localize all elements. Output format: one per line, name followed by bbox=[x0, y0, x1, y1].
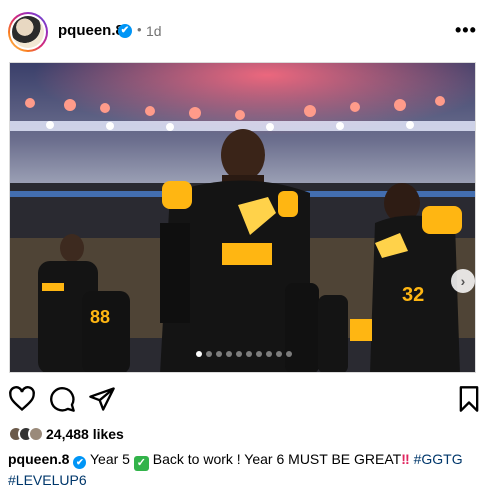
avatar-image bbox=[12, 16, 44, 48]
share-send-icon[interactable] bbox=[88, 385, 116, 413]
carousel-dot bbox=[236, 351, 242, 357]
caption-text-2: Back to work ! Year 6 MUST BE GREAT bbox=[152, 451, 402, 467]
more-options-icon[interactable]: ••• bbox=[455, 20, 477, 41]
next-slide-button[interactable]: › bbox=[451, 269, 475, 293]
carousel-dot bbox=[256, 351, 262, 357]
liker-avatars bbox=[8, 426, 44, 442]
svg-text:32: 32 bbox=[402, 284, 424, 306]
carousel-dot bbox=[226, 351, 232, 357]
carousel-dot bbox=[286, 351, 292, 357]
hashtag-ggtg[interactable]: #GGTG bbox=[414, 451, 463, 467]
carousel-dot bbox=[246, 351, 252, 357]
carousel-dot bbox=[216, 351, 222, 357]
caption-username[interactable]: pqueen.8 bbox=[8, 451, 69, 467]
separator-dot: • bbox=[137, 22, 142, 37]
save-bookmark-icon[interactable] bbox=[455, 385, 483, 413]
avatar[interactable] bbox=[8, 12, 48, 52]
double-exclamation-icon: ‼ bbox=[401, 451, 410, 467]
comment-icon[interactable] bbox=[48, 385, 76, 413]
likes-row[interactable]: 24,488 likes bbox=[8, 425, 124, 443]
post-caption: pqueen.8 ✔ Year 5 ✓ Back to work ! Year … bbox=[8, 450, 478, 489]
post-header: pqueen.8 ✔ • 1d ••• bbox=[0, 0, 493, 62]
carousel-dot bbox=[196, 351, 202, 357]
caption-text-1: Year 5 bbox=[90, 451, 130, 467]
avatar-inner bbox=[10, 14, 46, 50]
post-actions bbox=[0, 385, 493, 417]
svg-text:88: 88 bbox=[90, 307, 110, 327]
like-heart-icon[interactable] bbox=[8, 385, 36, 413]
carousel-indicators bbox=[196, 351, 292, 357]
username-link[interactable]: pqueen.8 bbox=[58, 22, 124, 39]
caption-verified-icon: ✔ bbox=[73, 456, 87, 469]
hashtag-levelup6[interactable]: #LEVELUP6 bbox=[8, 472, 87, 488]
liker-avatar bbox=[28, 426, 44, 442]
post-media[interactable]: 88 32 › bbox=[9, 62, 476, 373]
check-mark-icon: ✓ bbox=[133, 456, 149, 471]
post-time[interactable]: 1d bbox=[146, 23, 162, 39]
verified-badge-icon: ✔ bbox=[118, 24, 132, 38]
carousel-dot bbox=[266, 351, 272, 357]
likes-count[interactable]: 24,488 likes bbox=[46, 426, 124, 442]
stadium-photo: 88 32 bbox=[10, 63, 475, 372]
carousel-dot bbox=[276, 351, 282, 357]
carousel-dot bbox=[206, 351, 212, 357]
